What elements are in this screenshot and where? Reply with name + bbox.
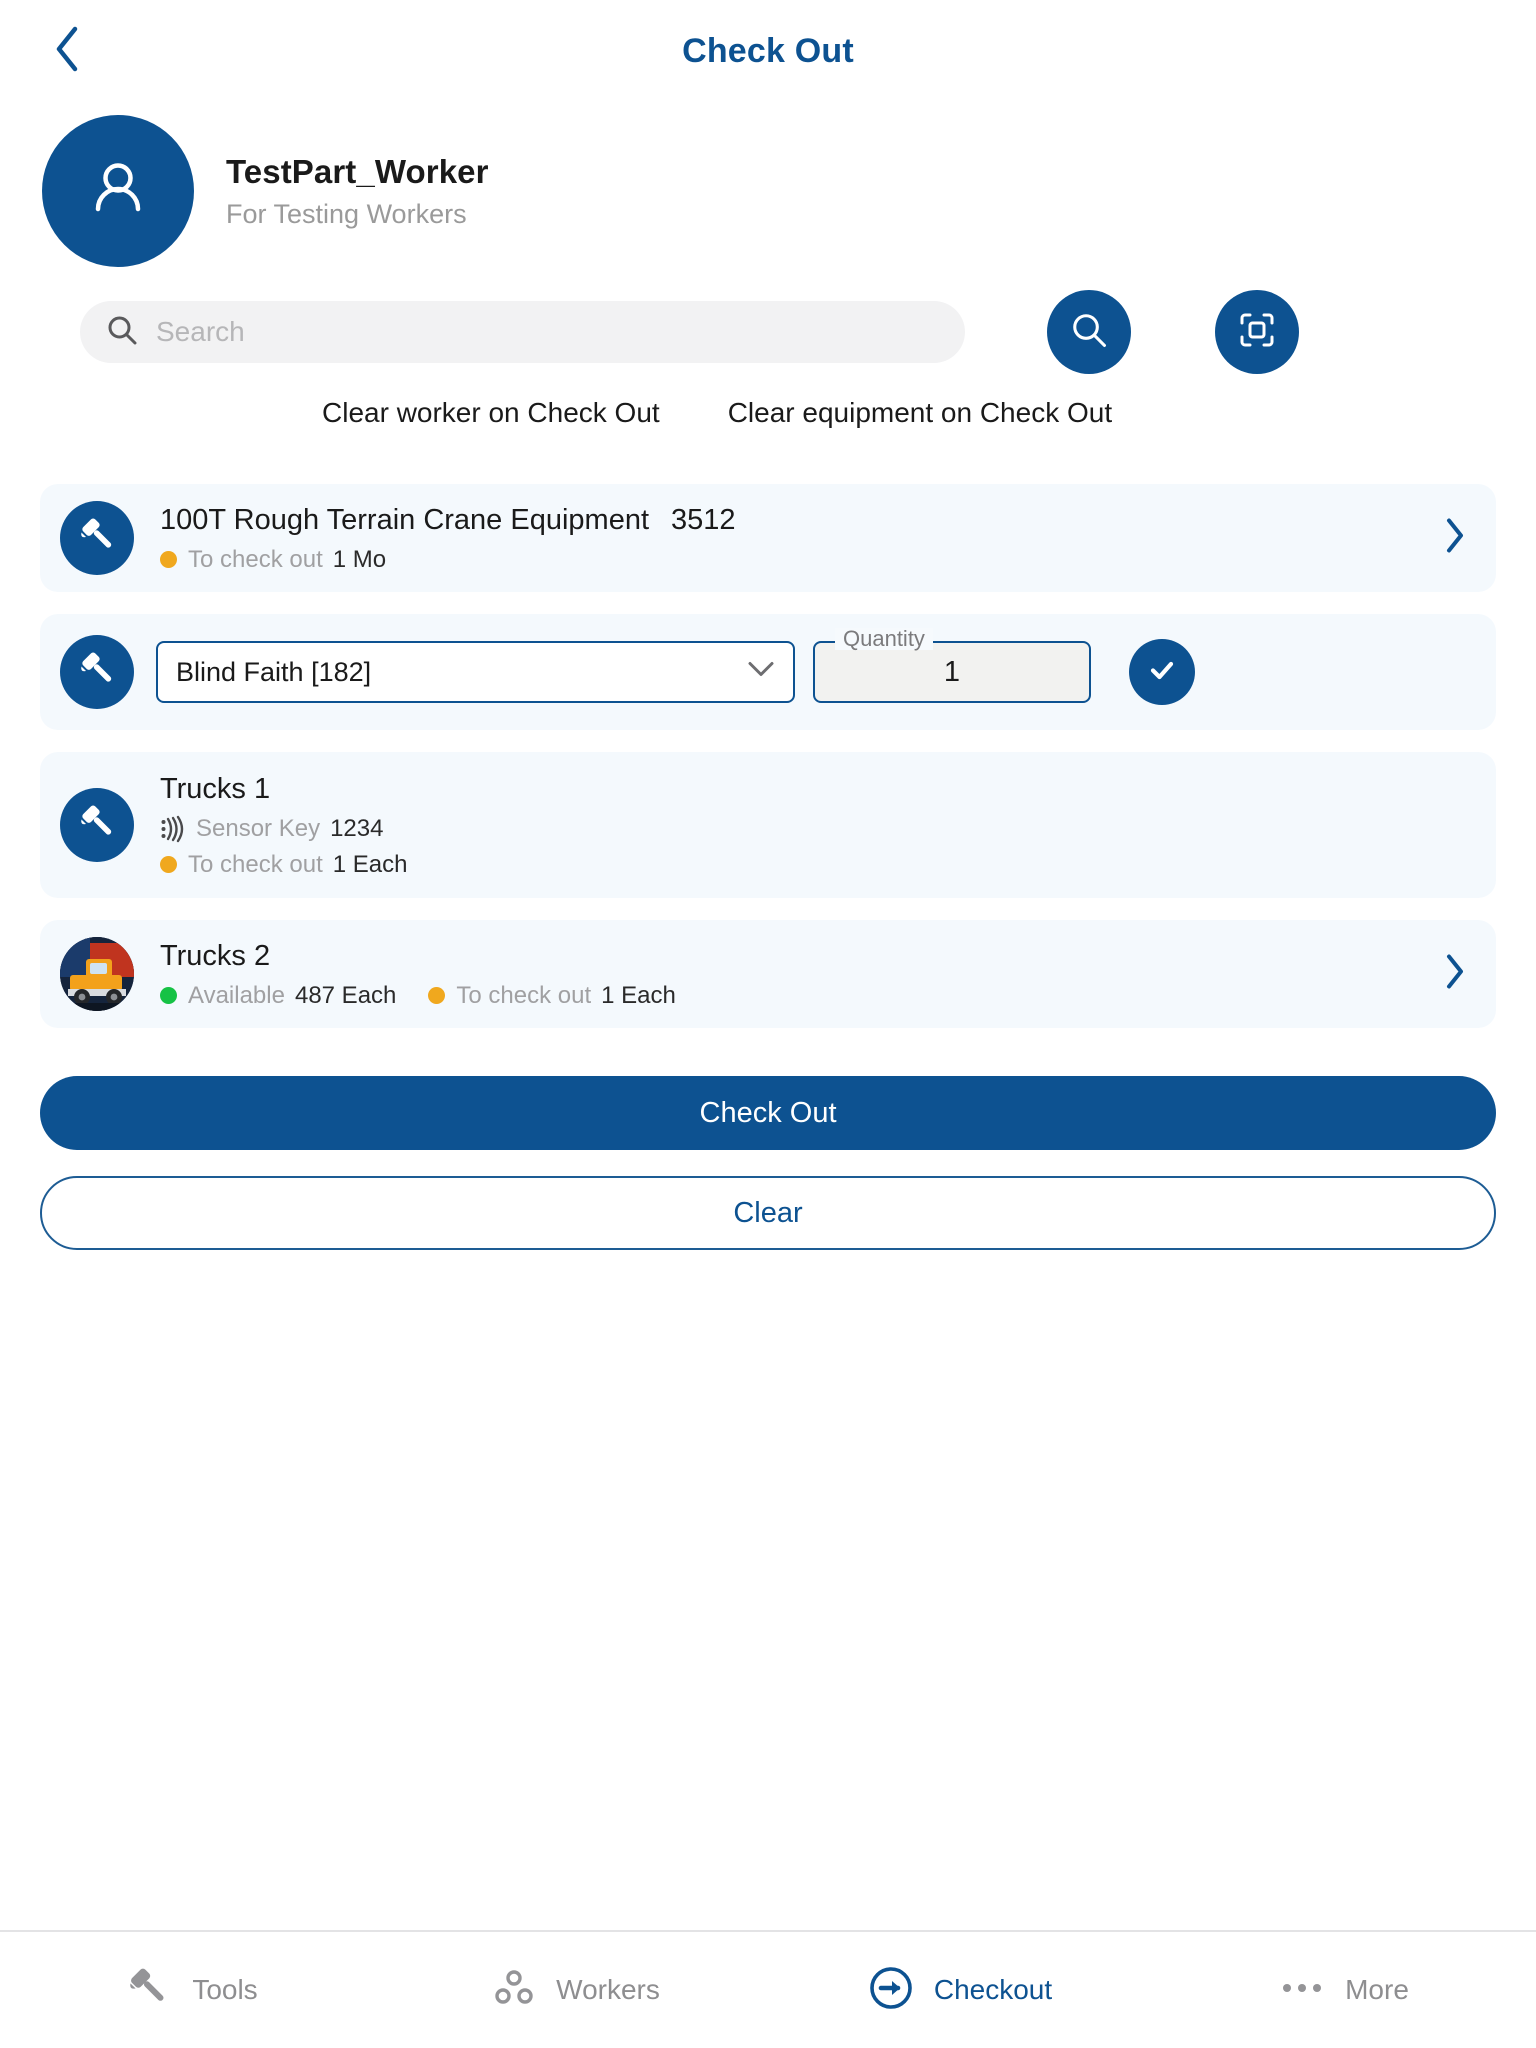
chevron-right-icon[interactable] <box>1444 518 1466 559</box>
arrow-right-circle-icon <box>868 1965 914 2016</box>
sensor-key-value: 1234 <box>330 814 384 842</box>
list-item-body: Trucks 2 Available 487 Each To check out… <box>160 938 1468 1009</box>
sensor-key-label: Sensor Key <box>196 814 321 842</box>
bottom-navigation: Tools Workers Checkout More <box>0 1930 1536 2048</box>
check-out-button[interactable]: Check Out <box>40 1076 1496 1150</box>
worker-summary: TestPart_Worker For Testing Workers <box>0 102 1536 267</box>
status-label: To check out <box>188 850 323 878</box>
search-row: Search <box>0 262 1536 374</box>
status-label: To check out <box>456 981 592 1009</box>
item-name: Trucks 1 <box>160 773 271 806</box>
nav-label-checkout: Checkout <box>933 1974 1053 2005</box>
check-icon <box>1145 653 1179 692</box>
search-input[interactable]: Search <box>80 301 965 363</box>
list-item-title: 100T Rough Terrain Crane Equipment 3512 <box>160 502 1468 538</box>
status-dot-amber <box>160 551 177 569</box>
hammer-icon <box>76 649 118 696</box>
clear-options-row: Clear worker on Check Out Clear equipmen… <box>0 374 1536 452</box>
search-icon <box>1070 311 1108 354</box>
page-title: Check Out <box>682 31 854 70</box>
avatar <box>42 115 194 267</box>
nav-label-workers: Workers <box>556 1974 660 2005</box>
action-buttons: Check Out Clear <box>0 1050 1536 1250</box>
list-item[interactable]: Trucks 1 Sensor Key 1234 To check out 1 … <box>40 752 1496 898</box>
status-label: To check out <box>188 545 323 573</box>
status-dot-green <box>160 987 177 1005</box>
item-name: 100T Rough Terrain Crane Equipment <box>160 504 650 537</box>
person-icon <box>79 150 157 233</box>
hammer-icon-badge <box>60 788 134 862</box>
item-select[interactable]: Blind Faith [182] <box>156 641 795 703</box>
workers-group-icon <box>492 1966 536 2015</box>
list-item-editor: Blind Faith [182] Quantity 1 <box>40 614 1496 730</box>
status-label: Available <box>188 981 285 1009</box>
ellipsis-icon <box>1279 1979 1325 2002</box>
scan-button[interactable] <box>1215 290 1299 374</box>
worker-description: For Testing Workers <box>226 198 467 229</box>
list-item-meta: To check out 1 Each <box>160 851 1468 879</box>
quantity-value: 1 <box>943 655 961 688</box>
status-value: 1 Mo <box>332 545 387 573</box>
search-placeholder: Search <box>156 316 245 347</box>
hammer-icon-badge <box>60 635 134 709</box>
quantity-label: Quantity <box>835 628 933 650</box>
search-button[interactable] <box>1047 290 1131 374</box>
status-value: 1 Each <box>601 981 676 1009</box>
nav-item-checkout[interactable]: Checkout <box>768 1965 1152 2016</box>
hammer-icon <box>76 802 118 849</box>
list-item-body: Trucks 1 Sensor Key 1234 To check out 1 … <box>160 771 1468 878</box>
scan-frame-icon <box>1237 310 1277 355</box>
nav-label-more: More <box>1345 1974 1409 2005</box>
equipment-list: 100T Rough Terrain Crane Equipment 3512 T… <box>0 452 1536 1028</box>
nav-label-tools: Tools <box>192 1974 258 2005</box>
status-value: 487 Each <box>294 981 397 1009</box>
hammer-icon <box>76 515 118 562</box>
nav-item-tools[interactable]: Tools <box>0 1965 384 2016</box>
chevron-right-icon[interactable] <box>1444 954 1466 995</box>
item-name: Trucks 2 <box>160 940 271 973</box>
chevron-left-icon <box>52 25 82 78</box>
truck-thumbnail <box>60 937 134 1011</box>
list-item-title: Trucks 1 <box>160 771 1468 807</box>
search-icon <box>106 314 138 351</box>
item-select-value: Blind Faith [182] <box>176 656 372 687</box>
chevron-down-icon <box>747 661 775 684</box>
hammer-icon-badge <box>60 501 134 575</box>
check-out-screen: Check Out TestPart_Worker For Testing Wo… <box>0 0 1536 2048</box>
clear-button[interactable]: Clear <box>40 1176 1496 1250</box>
list-item[interactable]: Trucks 2 Available 487 Each To check out… <box>40 920 1496 1028</box>
confirm-button[interactable] <box>1129 639 1195 705</box>
worker-text: TestPart_Worker For Testing Workers <box>226 152 489 230</box>
back-button[interactable] <box>38 22 96 80</box>
sensor-signal-icon <box>160 815 186 843</box>
hammer-icon <box>126 1965 172 2016</box>
sensor-key-line: Sensor Key 1234 <box>160 815 1468 843</box>
status-dot-amber <box>428 987 446 1005</box>
list-item-body: 100T Rough Terrain Crane Equipment 3512 T… <box>160 502 1468 573</box>
status-value: 1 Each <box>332 850 408 878</box>
clear-equipment-on-checkout-toggle[interactable]: Clear equipment on Check Out <box>728 397 1112 429</box>
list-item-meta: To check out 1 Mo <box>160 546 1468 574</box>
list-item[interactable]: 100T Rough Terrain Crane Equipment 3512 T… <box>40 484 1496 592</box>
worker-name: TestPart_Worker <box>226 153 489 190</box>
item-code: 3512 <box>671 504 736 537</box>
status-dot-amber <box>160 856 177 874</box>
nav-item-more[interactable]: More <box>1152 1974 1536 2006</box>
list-item-title: Trucks 2 <box>160 938 1468 974</box>
app-header: Check Out <box>0 0 1536 102</box>
clear-worker-on-checkout-toggle[interactable]: Clear worker on Check Out <box>322 397 660 429</box>
quantity-input[interactable]: Quantity 1 <box>813 628 1091 703</box>
nav-item-workers[interactable]: Workers <box>384 1966 768 2015</box>
list-item-meta: Available 487 Each To check out 1 Each <box>160 982 1468 1010</box>
